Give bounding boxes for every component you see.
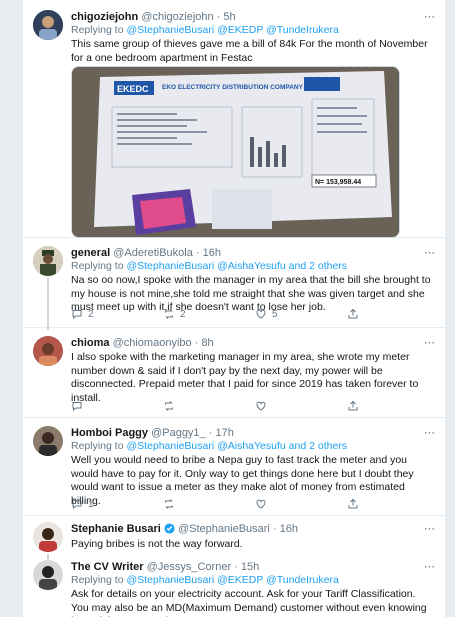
tweet-text: This same group of thieves gave me a bil… <box>71 38 428 64</box>
timestamp[interactable]: 15h <box>241 561 259 573</box>
tweet[interactable]: ⋯ chioma @chiomaonyibo · 8h I also spoke… <box>23 328 445 418</box>
tweet[interactable]: ⋯ Homboi Paggy @Paggy1_ · 17h Replying t… <box>23 418 445 516</box>
replying-to: Replying to @StephanieBusari @EKEDP @Tun… <box>71 24 339 36</box>
thread-line <box>47 278 49 330</box>
retweet-count: 2 <box>180 308 186 320</box>
like-count: 5 <box>272 308 278 320</box>
tweet-actions <box>71 400 411 414</box>
share-icon <box>348 308 358 319</box>
author-name[interactable]: Homboi Paggy <box>71 427 148 439</box>
mention-link[interactable]: and 2 others <box>289 440 347 452</box>
author-handle[interactable]: @Paggy1_ <box>151 427 206 439</box>
timestamp[interactable]: 8h <box>201 337 213 349</box>
retweet-button[interactable]: 2 <box>163 308 186 320</box>
like-button[interactable] <box>255 498 267 510</box>
electricity-bill-image: EKEDC EKO ELECTRICITY DISTRIBUTION COMPA… <box>72 67 399 237</box>
mention-link[interactable]: @StephanieBusari <box>126 440 214 452</box>
retweet-button[interactable] <box>163 400 175 412</box>
mention-link[interactable]: @TundeIrukera <box>266 24 339 36</box>
avatar-image <box>33 10 63 40</box>
avatar[interactable] <box>33 246 63 276</box>
timestamp[interactable]: 16h <box>203 247 221 259</box>
author-handle[interactable]: @AderetiBukola <box>113 247 193 259</box>
avatar[interactable] <box>33 522 63 552</box>
timestamp[interactable]: 17h <box>215 427 233 439</box>
tweet[interactable]: ⋯ chigoziejohn @chigoziejohn · 5h Replyi… <box>23 0 445 238</box>
author-name[interactable]: chigoziejohn <box>71 11 138 23</box>
heart-icon <box>256 309 266 319</box>
mention-link[interactable]: and 2 others <box>289 260 347 272</box>
author-handle[interactable]: @chigoziejohn <box>141 11 213 23</box>
share-icon <box>348 498 358 509</box>
replying-to: Replying to @StephanieBusari @AishaYesuf… <box>71 260 348 272</box>
tweet[interactable]: ⋯ Stephanie Busari @StephanieBusari · 16… <box>23 516 445 560</box>
share-button[interactable] <box>347 308 359 320</box>
author-name[interactable]: chioma <box>71 337 110 349</box>
avatar[interactable] <box>33 10 63 40</box>
retweet-button[interactable] <box>163 498 175 510</box>
retweet-icon <box>165 309 173 319</box>
tweet-text: Paying bribes is not the way forward. <box>71 538 243 550</box>
share-icon <box>348 400 358 411</box>
like-button[interactable]: 5 <box>255 308 278 320</box>
tweet-photo[interactable]: EKEDC EKO ELECTRICITY DISTRIBUTION COMPA… <box>71 66 400 238</box>
author-name[interactable]: general <box>71 247 110 259</box>
mention-link[interactable]: @StephanieBusari <box>126 260 214 272</box>
avatar[interactable] <box>33 426 63 456</box>
timestamp[interactable]: 5h <box>223 11 235 23</box>
like-button[interactable] <box>255 400 267 412</box>
reply-count: 1 <box>88 498 94 510</box>
mention-link[interactable]: @AishaYesufu <box>217 260 286 272</box>
author-name[interactable]: The CV Writer <box>71 561 144 573</box>
avatar-image <box>33 522 63 552</box>
reply-count: 2 <box>88 308 94 320</box>
share-button[interactable] <box>347 400 359 412</box>
mention-link[interactable]: @EKEDP <box>217 574 263 586</box>
avatar-image <box>33 560 63 590</box>
mention-link[interactable]: @EKEDP <box>217 24 263 36</box>
reply-icon <box>72 310 82 320</box>
mention-link[interactable]: @TundeIrukera <box>266 574 339 586</box>
verified-badge-icon <box>164 523 175 534</box>
author-name[interactable]: Stephanie Busari <box>71 523 161 535</box>
author-handle[interactable]: @Jessys_Corner <box>147 561 232 573</box>
reply-button[interactable]: 2 <box>71 308 94 320</box>
reply-icon <box>72 402 82 412</box>
reply-icon <box>72 500 82 510</box>
avatar-image <box>33 336 63 366</box>
avatar-image <box>33 426 63 456</box>
share-button[interactable] <box>347 498 359 510</box>
avatar[interactable] <box>33 336 63 366</box>
heart-icon <box>256 499 266 509</box>
avatar[interactable] <box>33 560 63 590</box>
mention-link[interactable]: @StephanieBusari <box>126 574 214 586</box>
bill-amount: N= 153,958.44 <box>315 179 361 186</box>
retweet-icon <box>165 401 173 411</box>
reply-button[interactable] <box>71 400 83 412</box>
heart-icon <box>256 401 266 411</box>
mention-link[interactable]: @AishaYesufu <box>217 440 286 452</box>
tweet-actions: 1 <box>71 498 411 512</box>
bill-company-title: EKO ELECTRICITY DISTRIBUTION COMPANY <box>162 84 304 91</box>
tweet-text: I also spoke with the marketing manager … <box>71 351 419 404</box>
reply-button[interactable]: 1 <box>71 498 94 510</box>
bill-logo: EKEDC <box>117 84 149 94</box>
tweet-text: Ask for details on your electricity acco… <box>71 588 427 617</box>
author-handle[interactable]: @StephanieBusari <box>178 523 270 535</box>
author-handle[interactable]: @chiomaonyibo <box>113 337 192 349</box>
mention-link[interactable]: @StephanieBusari <box>126 24 214 36</box>
tweet[interactable]: ⋯ The CV Writer @Jessys_Corner · 15h Rep… <box>23 556 445 617</box>
tweet-actions: 2 2 5 <box>71 308 411 322</box>
tweet[interactable]: ⋯ general @AderetiBukola · 16h Replying … <box>23 238 445 330</box>
timeline: ⋯ chigoziejohn @chigoziejohn · 5h Replyi… <box>22 0 446 617</box>
retweet-icon <box>165 499 173 509</box>
avatar-image <box>33 246 63 276</box>
replying-to: Replying to @StephanieBusari @EKEDP @Tun… <box>71 574 339 586</box>
timestamp[interactable]: 16h <box>280 523 298 535</box>
replying-to: Replying to @StephanieBusari @AishaYesuf… <box>71 440 348 452</box>
